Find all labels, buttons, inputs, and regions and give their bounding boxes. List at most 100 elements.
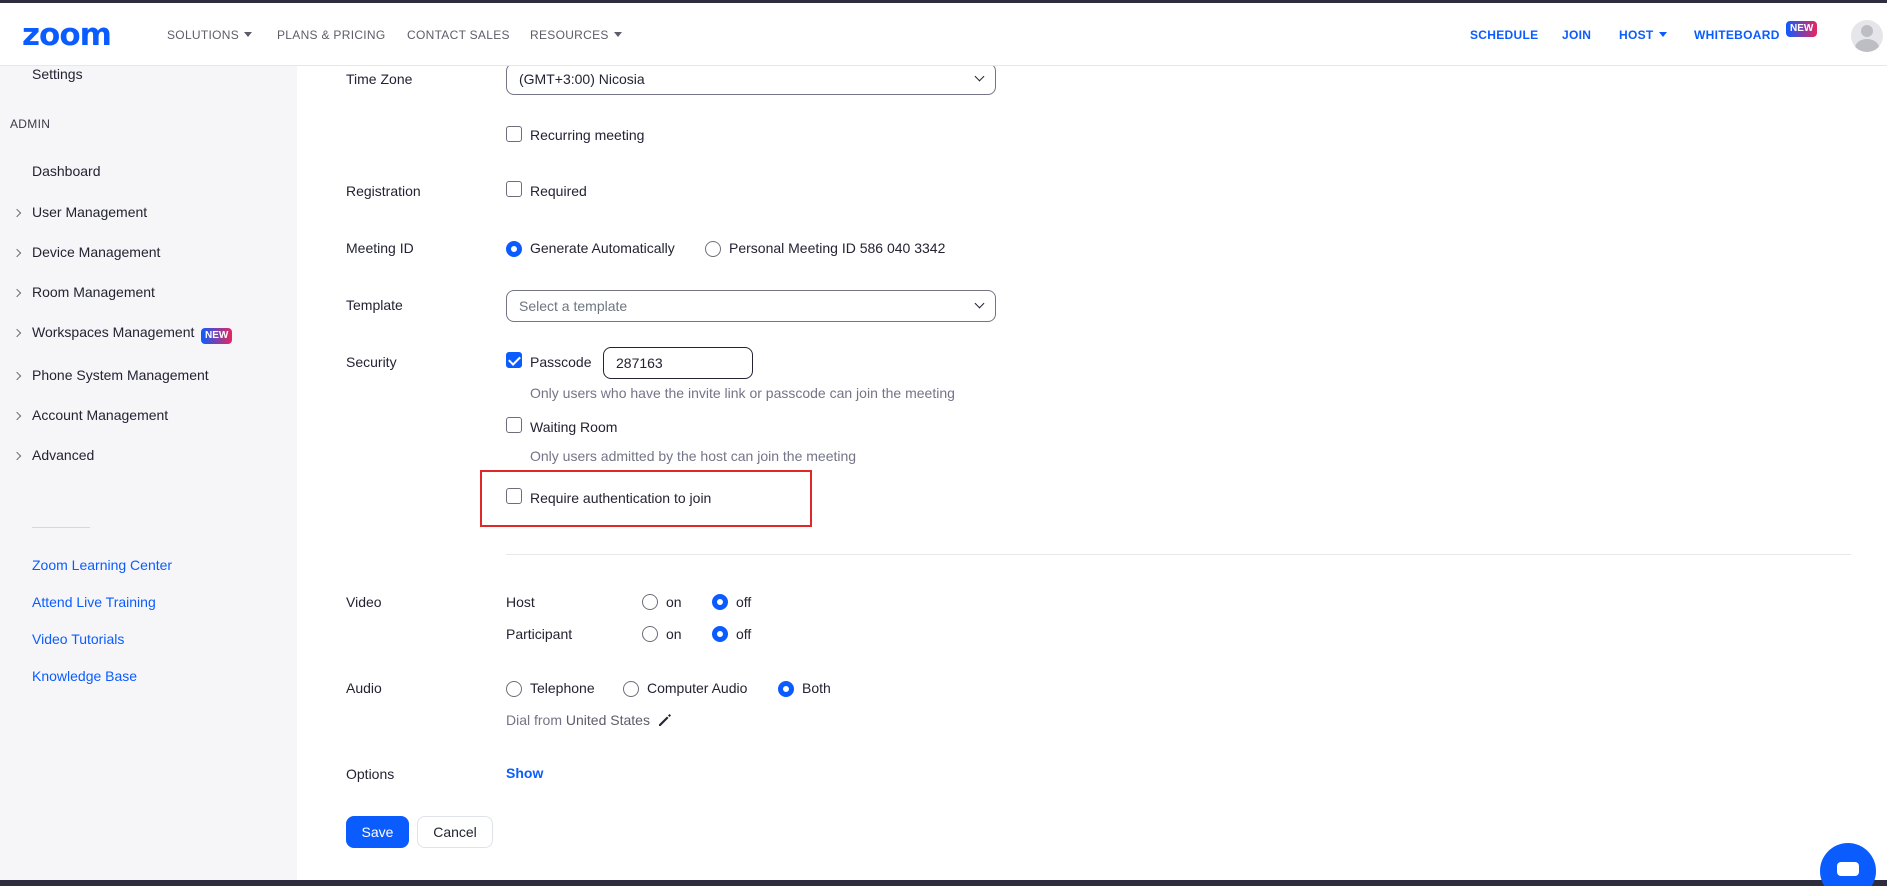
nav-host[interactable]: HOST	[1619, 28, 1667, 42]
template-placeholder: Select a template	[519, 298, 628, 314]
sidebar-section-admin: ADMIN	[10, 117, 51, 131]
pencil-icon[interactable]	[657, 712, 673, 728]
dial-country: United States	[565, 712, 650, 728]
meeting-id-label: Meeting ID	[346, 240, 414, 256]
video-participant-on-label: on	[666, 626, 682, 642]
sidebar-item-settings[interactable]: Settings	[32, 66, 83, 82]
chat-button[interactable]	[1820, 843, 1876, 886]
sidebar-item-room-management[interactable]: Room Management	[32, 284, 155, 300]
chevron-down-icon	[974, 71, 985, 82]
registration-required-label: Required	[530, 183, 587, 199]
generate-automatically-radio[interactable]	[506, 241, 522, 257]
audio-both-label: Both	[802, 680, 831, 696]
video-host-on-label: on	[666, 594, 682, 610]
video-participant-label: Participant	[506, 626, 573, 642]
options-show-link[interactable]: Show	[506, 765, 543, 781]
video-label: Video	[346, 594, 382, 610]
link-zoom-learning-center[interactable]: Zoom Learning Center	[32, 557, 172, 573]
zoom-logo[interactable]: zoom	[22, 17, 112, 53]
nav-join[interactable]: JOIN	[1562, 28, 1591, 42]
waiting-room-hint: Only users admitted by the host can join…	[530, 448, 857, 464]
dial-from-label: Dial from	[506, 712, 563, 728]
nav-plans-pricing[interactable]: PLANS & PRICING	[277, 28, 386, 42]
nav-solutions-label: SOLUTIONS	[167, 28, 240, 42]
audio-both-radio[interactable]	[778, 681, 794, 697]
time-zone-label: Time Zone	[346, 71, 413, 87]
chevron-down-icon	[974, 298, 985, 309]
cancel-button[interactable]: Cancel	[417, 816, 493, 848]
chevron-right-icon	[12, 248, 22, 258]
app-root: zoom SOLUTIONS PLANS & PRICING CONTACT S…	[0, 0, 1887, 886]
sidebar-item-workspaces-management[interactable]: Workspaces Management	[32, 324, 194, 340]
passcode-checkbox[interactable]	[506, 352, 522, 368]
registration-label: Registration	[346, 183, 421, 199]
template-label: Template	[346, 297, 403, 313]
bottom-bar	[0, 880, 1887, 886]
link-video-tutorials[interactable]: Video Tutorials	[32, 631, 124, 647]
caret-down-icon	[244, 32, 253, 37]
personal-meeting-id-radio[interactable]	[705, 241, 721, 257]
audio-telephone-label: Telephone	[530, 680, 595, 696]
security-label: Security	[346, 354, 397, 370]
sidebar-item-dashboard[interactable]: Dashboard	[32, 163, 101, 179]
options-label: Options	[346, 766, 395, 782]
video-participant-off-label: off	[736, 626, 752, 642]
sidebar-divider	[32, 527, 90, 528]
sidebar-item-phone-system-management[interactable]: Phone System Management	[32, 367, 209, 383]
save-button[interactable]: Save	[346, 816, 409, 848]
recurring-meeting-checkbox[interactable]	[506, 126, 522, 142]
passcode-label: Passcode	[530, 354, 592, 370]
audio-telephone-radio[interactable]	[506, 681, 522, 697]
nav-schedule[interactable]: SCHEDULE	[1470, 28, 1538, 42]
link-knowledge-base[interactable]: Knowledge Base	[32, 668, 137, 684]
caret-down-icon	[613, 32, 622, 37]
video-host-off-radio[interactable]	[712, 594, 728, 610]
workspaces-new-badge: NEW	[201, 328, 233, 344]
sidebar: Settings ADMIN Dashboard User Management…	[0, 66, 297, 880]
audio-computer-label: Computer Audio	[647, 680, 748, 696]
audio-label: Audio	[346, 680, 382, 696]
video-participant-off-radio[interactable]	[712, 626, 728, 642]
chevron-right-icon	[12, 288, 22, 298]
audio-computer-radio[interactable]	[623, 681, 639, 697]
require-authentication-checkbox[interactable]	[506, 488, 522, 504]
passcode-hint: Only users who have the invite link or p…	[530, 385, 955, 401]
nav-solutions[interactable]: SOLUTIONS	[167, 28, 253, 42]
top-navbar: zoom SOLUTIONS PLANS & PRICING CONTACT S…	[0, 0, 1887, 66]
sidebar-item-advanced[interactable]: Advanced	[32, 447, 94, 463]
user-avatar[interactable]	[1851, 20, 1883, 52]
recurring-meeting-label: Recurring meeting	[530, 127, 645, 143]
sidebar-item-device-management[interactable]: Device Management	[32, 244, 160, 260]
template-select[interactable]: Select a template	[506, 290, 996, 322]
chevron-right-icon	[12, 328, 22, 338]
nav-resources[interactable]: RESOURCES	[530, 28, 622, 42]
waiting-room-label: Waiting Room	[530, 419, 618, 435]
generate-automatically-label: Generate Automatically	[530, 240, 675, 256]
nav-host-label: HOST	[1619, 28, 1654, 42]
form-divider	[506, 554, 1851, 555]
video-participant-on-radio[interactable]	[642, 626, 658, 642]
video-host-on-radio[interactable]	[642, 594, 658, 610]
dial-from-text: Dial from United States	[506, 712, 650, 728]
nav-resources-label: RESOURCES	[530, 28, 609, 42]
waiting-room-checkbox[interactable]	[506, 417, 522, 433]
require-authentication-label: Require authentication to join	[530, 490, 712, 506]
passcode-input[interactable]	[603, 347, 753, 379]
sidebar-item-account-management[interactable]: Account Management	[32, 407, 168, 423]
chevron-right-icon	[12, 208, 22, 218]
chat-icon	[1837, 862, 1859, 876]
nav-whiteboard[interactable]: WHITEBOARD	[1694, 28, 1780, 42]
chevron-right-icon	[12, 371, 22, 381]
avatar-head-icon	[1861, 25, 1873, 37]
nav-contact-sales[interactable]: CONTACT SALES	[407, 28, 510, 42]
chevron-right-icon	[12, 411, 22, 421]
whiteboard-new-badge: NEW	[1786, 21, 1818, 37]
avatar-body-icon	[1855, 39, 1879, 52]
video-host-label: Host	[506, 594, 535, 610]
caret-down-icon	[1658, 32, 1667, 37]
time-zone-value: (GMT+3:00) Nicosia	[519, 71, 645, 87]
time-zone-select[interactable]: (GMT+3:00) Nicosia	[506, 63, 996, 95]
link-attend-live-training[interactable]: Attend Live Training	[32, 594, 156, 610]
sidebar-item-user-management[interactable]: User Management	[32, 204, 147, 220]
registration-required-checkbox[interactable]	[506, 181, 522, 197]
